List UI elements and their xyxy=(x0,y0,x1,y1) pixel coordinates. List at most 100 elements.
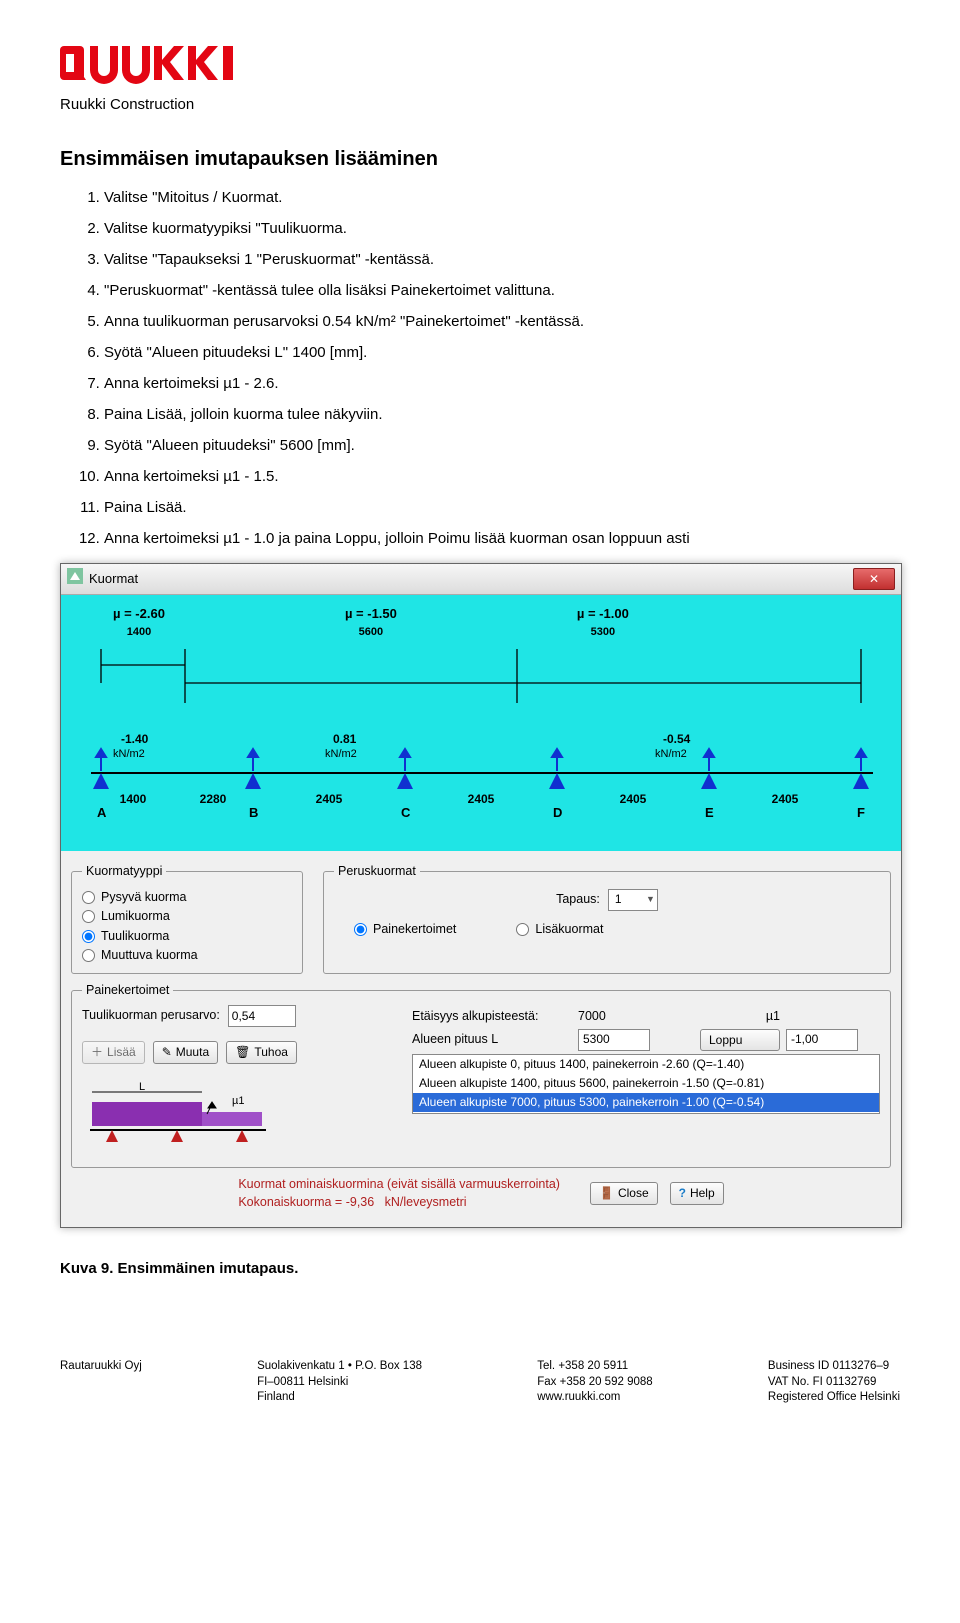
peruskuormat-group: Peruskuormat Tapaus: 1 ▼ Painekertoimet … xyxy=(323,863,891,974)
list-item[interactable]: Alueen alkupiste 1400, pituus 5600, pain… xyxy=(413,1074,879,1093)
svg-text:-0.54: -0.54 xyxy=(663,732,691,746)
btn-label: Tuhoa xyxy=(254,1044,288,1061)
radio-lisakuormat[interactable] xyxy=(516,923,529,936)
svg-text:D: D xyxy=(553,805,562,818)
footer-cell: VAT No. FI 01132769 xyxy=(768,1375,900,1391)
radio-label: Lumikuorma xyxy=(101,908,170,926)
step: Syötä "Alueen pituudeksi L" 1400 [mm]. xyxy=(104,342,900,363)
radio-painekertoimet[interactable] xyxy=(354,923,367,936)
mu-value: µ = -1.00 xyxy=(577,605,629,623)
kk-unit: kN/leveysmetri xyxy=(385,1195,467,1209)
tuhoa-button[interactable]: 🗑 Tuhoa xyxy=(226,1041,297,1064)
svg-text:2280: 2280 xyxy=(200,792,227,806)
mu1-input[interactable]: -1,00 xyxy=(786,1029,858,1051)
tapaus-value: 1 xyxy=(615,891,622,908)
radio-lumi[interactable] xyxy=(82,910,95,923)
app-icon xyxy=(67,568,83,589)
alueen-input[interactable]: 5300 xyxy=(578,1029,650,1051)
radio-label: Pysyvä kuorma xyxy=(101,889,186,907)
list-item[interactable]: Alueen alkupiste 7000, pituus 5300, pain… xyxy=(413,1093,879,1112)
svg-text:-1.40: -1.40 xyxy=(121,732,149,746)
lisaa-button[interactable]: ＋ Lisää xyxy=(82,1041,145,1064)
etaisyys-value: 7000 xyxy=(578,1008,648,1026)
mu1-label: µ1 xyxy=(700,1008,780,1026)
span-value: 5300 xyxy=(591,625,615,640)
dialog-title: Kuormat xyxy=(89,570,138,588)
step: Valitse "Tapaukseksi 1 "Peruskuormat" -k… xyxy=(104,249,900,270)
svg-text:C: C xyxy=(401,805,411,818)
btn-label: Help xyxy=(690,1185,715,1202)
radio-muuttuva[interactable] xyxy=(82,949,95,962)
beam-diagram: -1.40 kN/m2 0.81 kN/m2 -0.54 kN/m2 xyxy=(73,643,889,818)
chevron-down-icon: ▼ xyxy=(646,893,655,906)
loppu-button[interactable]: Loppu xyxy=(700,1029,780,1052)
schematic-illustration: L µ1 xyxy=(82,1082,402,1158)
brand-subtitle: Ruukki Construction xyxy=(60,94,900,115)
svg-text:F: F xyxy=(857,805,865,818)
step: Valitse kuormatyypiksi "Tuulikuorma. xyxy=(104,218,900,239)
close-button[interactable]: ✕ xyxy=(853,568,895,590)
step: Anna kertoimeksi µ1 - 1.0 ja paina Loppu… xyxy=(104,528,900,549)
svg-text:L: L xyxy=(139,1082,145,1093)
section-title: Ensimmäisen imutapauksen lisääminen xyxy=(60,145,900,173)
perusarvo-input[interactable] xyxy=(228,1005,296,1027)
kuormatyyppi-legend: Kuormatyyppi xyxy=(82,863,166,881)
close-dialog-button[interactable]: 🚪 Close xyxy=(590,1182,658,1205)
svg-text:1400: 1400 xyxy=(120,792,147,806)
list-item[interactable]: Alueen alkupiste 0, pituus 1400, paineke… xyxy=(413,1055,879,1074)
titlebar: Kuormat ✕ xyxy=(61,564,901,595)
radio-tuuli[interactable] xyxy=(82,930,95,943)
edit-icon: ✎ xyxy=(162,1044,172,1061)
tapaus-label: Tapaus: xyxy=(556,891,600,909)
step: Paina Lisää. xyxy=(104,497,900,518)
svg-text:2405: 2405 xyxy=(468,792,495,806)
help-button[interactable]: ? Help xyxy=(670,1182,724,1205)
mu-value: µ = -2.60 xyxy=(113,605,165,623)
svg-text:2405: 2405 xyxy=(620,792,647,806)
plus-icon: ＋ xyxy=(91,1044,103,1061)
svg-text:2405: 2405 xyxy=(772,792,799,806)
painekertoimet-legend: Painekertoimet xyxy=(82,982,173,1000)
radio-label: Lisäkuormat xyxy=(535,921,603,939)
svg-text:0.81: 0.81 xyxy=(333,732,357,746)
peruskuormat-legend: Peruskuormat xyxy=(334,863,420,881)
svg-text:kN/m2: kN/m2 xyxy=(655,748,687,760)
delete-icon: 🗑 xyxy=(235,1044,250,1061)
muuta-button[interactable]: ✎ Muuta xyxy=(153,1041,218,1064)
alueen-label: Alueen pituus L xyxy=(412,1031,572,1049)
footer-cell: Finland xyxy=(257,1390,422,1406)
logo xyxy=(60,40,900,88)
step: "Peruskuormat" -kentässä tulee olla lisä… xyxy=(104,280,900,301)
step: Anna kertoimeksi µ1 - 1.5. xyxy=(104,466,900,487)
mu-value: µ = -1.50 xyxy=(345,605,397,623)
svg-text:B: B xyxy=(249,805,258,818)
instruction-list: Valitse "Mitoitus / Kuormat. Valitse kuo… xyxy=(60,187,900,549)
footer-cell: Fax +358 20 592 9088 xyxy=(537,1375,652,1391)
radio-pysyva[interactable] xyxy=(82,891,95,904)
radio-label: Muuttuva kuorma xyxy=(101,947,198,965)
footer-cell: www.ruukki.com xyxy=(537,1390,652,1406)
figure-caption: Kuva 9. Ensimmäinen imutapaus. xyxy=(60,1258,900,1279)
span-value: 5600 xyxy=(359,625,383,640)
footer-note: Kuormat ominaiskuormina (eivät sisällä v… xyxy=(238,1176,560,1194)
svg-text:2405: 2405 xyxy=(316,792,343,806)
kuormat-dialog: Kuormat ✕ µ = -2.60 1400 µ = -1.50 5600 … xyxy=(60,563,902,1228)
perusarvo-label: Tuulikuorman perusarvo: xyxy=(82,1007,220,1025)
svg-text:kN/m2: kN/m2 xyxy=(325,748,357,760)
span-value: 1400 xyxy=(127,625,151,640)
diagram-area: µ = -2.60 1400 µ = -1.50 5600 µ = -1.00 … xyxy=(61,595,901,851)
kk-label: Kokonaiskuorma = xyxy=(238,1195,342,1209)
kuormatyyppi-group: Kuormatyyppi Pysyvä kuorma Lumikuorma Tu… xyxy=(71,863,303,974)
help-icon: ? xyxy=(679,1185,686,1202)
page-footer: Rautaruukki Oyj Suolakivenkatu 1 • P.O. … xyxy=(60,1359,900,1406)
zones-listbox[interactable]: Alueen alkupiste 0, pituus 1400, paineke… xyxy=(412,1054,880,1114)
svg-text:A: A xyxy=(97,805,107,818)
btn-label: Lisää xyxy=(107,1044,136,1061)
etaisyys-label: Etäisyys alkupisteestä: xyxy=(412,1008,572,1026)
svg-text:µ1: µ1 xyxy=(232,1095,244,1107)
tapaus-select[interactable]: 1 ▼ xyxy=(608,889,658,911)
step: Anna tuulikuorman perusarvoksi 0.54 kN/m… xyxy=(104,311,900,332)
footer-cell: Tel. +358 20 5911 xyxy=(537,1359,652,1375)
btn-label: Close xyxy=(618,1185,649,1202)
svg-text:kN/m2: kN/m2 xyxy=(113,748,145,760)
